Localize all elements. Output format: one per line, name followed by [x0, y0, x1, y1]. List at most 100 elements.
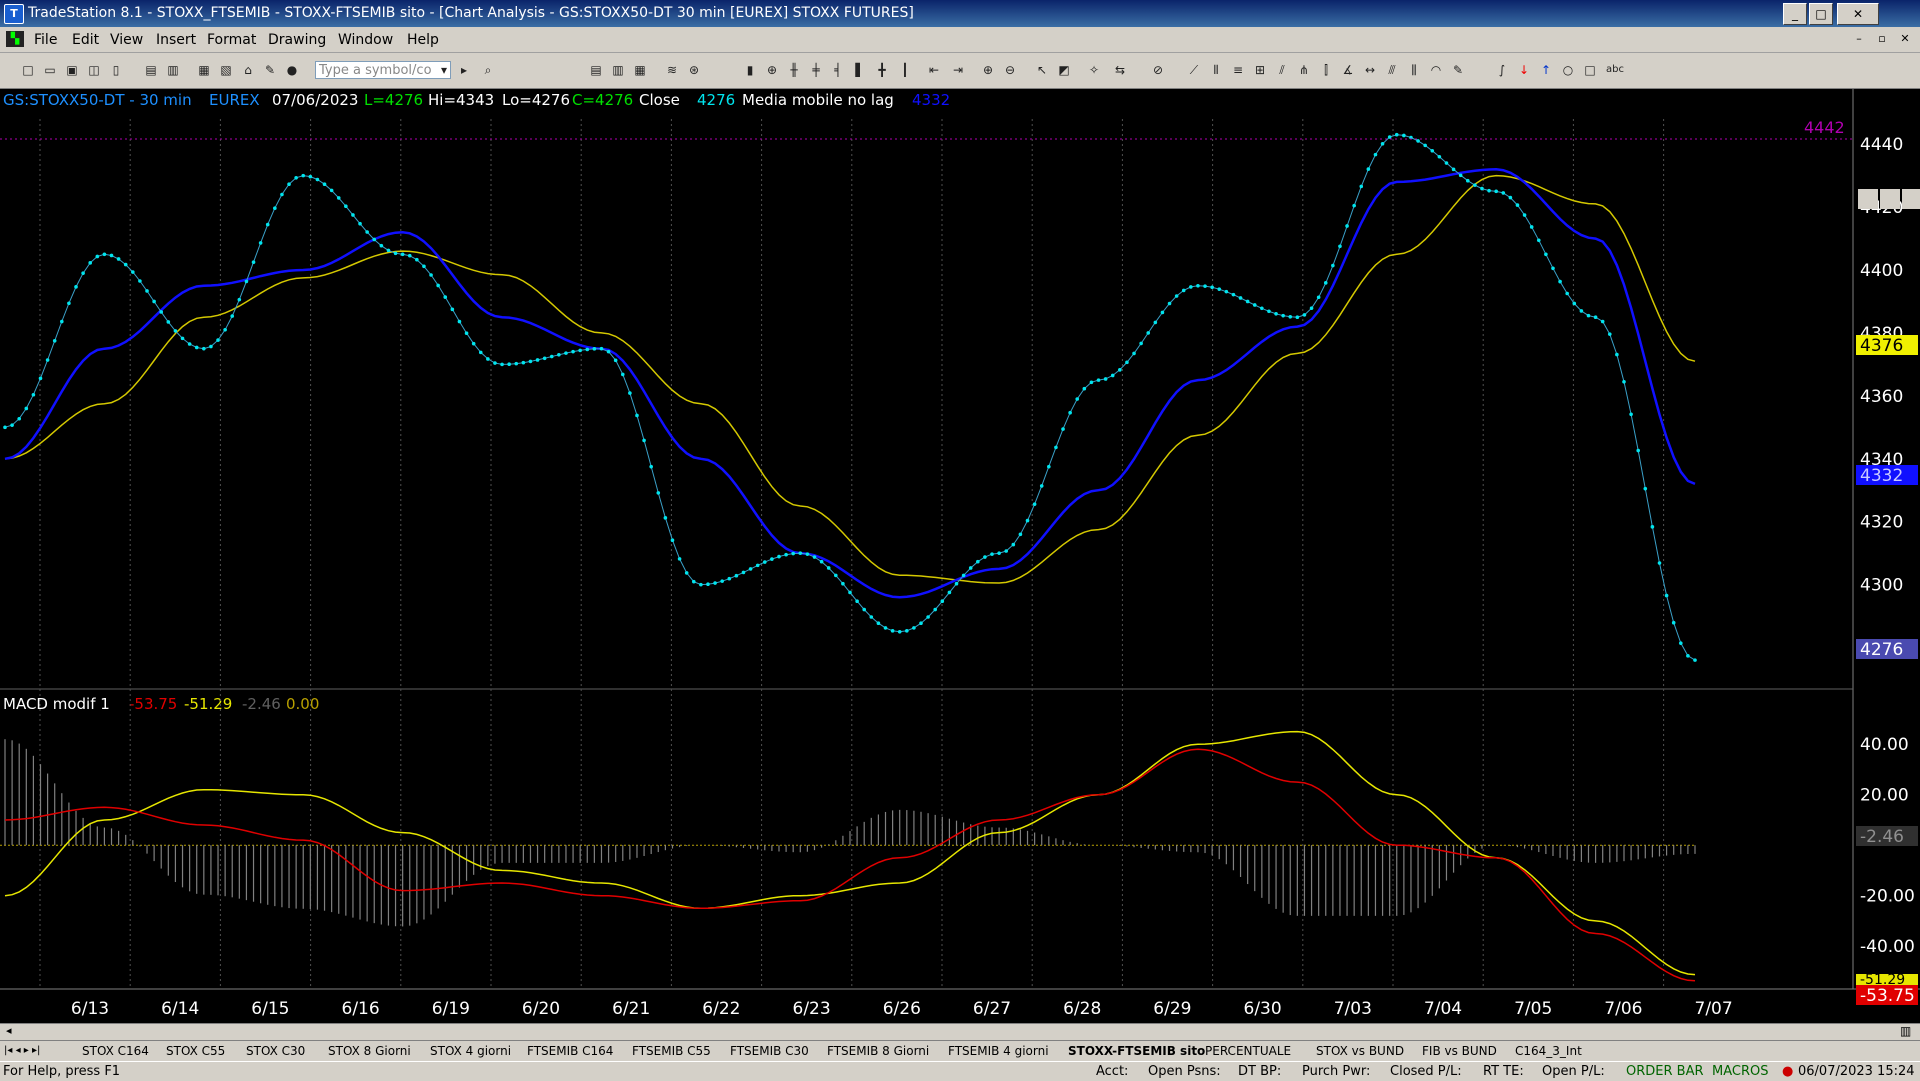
symbol-lookup-icon[interactable]: ⌕	[480, 62, 496, 78]
parallel-lines-icon[interactable]: ⫻	[1384, 62, 1400, 78]
tab-stoxx-ftsemib-sito[interactable]: STOXX-FTSEMIB sito	[1068, 1043, 1205, 1059]
trendline-icon[interactable]: ⟋	[1186, 62, 1202, 78]
tab-ftsemib-8-giorni[interactable]: FTSEMIB 8 Giorni	[827, 1043, 929, 1059]
pencil-icon[interactable]: ✎	[1450, 62, 1466, 78]
tab-stox-c164[interactable]: STOX C164	[82, 1043, 149, 1059]
speed-lines-icon[interactable]: ⫿	[1318, 62, 1334, 78]
regression-icon[interactable]: ⫼	[1406, 62, 1422, 78]
data-window-icon[interactable]: ◩	[1056, 62, 1072, 78]
andrews-pitchfork-icon[interactable]: ⋔	[1296, 62, 1312, 78]
zoom-out-icon[interactable]: ⊖	[1002, 62, 1018, 78]
hot-list-icon[interactable]: ⇆	[1112, 62, 1128, 78]
menu-edit[interactable]: Edit	[72, 32, 99, 48]
bar-chart-icon[interactable]: ▌	[852, 62, 868, 78]
menu-help[interactable]: Help	[407, 32, 439, 48]
tab-stox-4-giorni[interactable]: STOX 4 giorni	[430, 1043, 511, 1059]
chart-minimize-button[interactable]	[1858, 189, 1878, 209]
menu-drawing[interactable]: Drawing	[268, 32, 326, 48]
format-icon[interactable]: ✎	[262, 62, 278, 78]
chart-doc-icon[interactable]: ▚	[6, 31, 24, 47]
menu-format[interactable]: Format	[207, 32, 256, 48]
candle-icon[interactable]: ╪	[808, 62, 824, 78]
minimize-button[interactable]: _	[1783, 3, 1807, 25]
sheet-icon[interactable]: ▦	[632, 62, 648, 78]
tab-fib-vs-bund[interactable]: FIB vs BUND	[1422, 1043, 1497, 1059]
indicator-value-label: 4332	[912, 91, 950, 109]
tab-ftsemib-c164[interactable]: FTSEMIB C164	[527, 1043, 613, 1059]
chart-window[interactable]: GS:STOXX50-DT - 30 min EUREX 07/06/2023 …	[0, 89, 1920, 1023]
tab-stox-c30[interactable]: STOX C30	[246, 1043, 305, 1059]
up-arrow-icon[interactable]: ↑	[1538, 62, 1554, 78]
indicator-icon[interactable]: ⊛	[686, 62, 702, 78]
print-preview-icon[interactable]: ▤	[143, 62, 159, 78]
order-bar-button[interactable]: ORDER BAR	[1626, 1064, 1704, 1079]
scroll-left-icon[interactable]: ◂	[6, 1024, 12, 1037]
tab-stox-vs-bund[interactable]: STOX vs BUND	[1316, 1043, 1404, 1059]
shift-right-icon[interactable]: ⇥	[950, 62, 966, 78]
open-workspace-icon[interactable]: ▣	[64, 62, 80, 78]
tab-nav-arrows[interactable]: |◂ ◂ ▸ ▸|	[4, 1043, 40, 1059]
rectangle-icon[interactable]: □	[1582, 62, 1598, 78]
menu-view[interactable]: View	[110, 32, 143, 48]
arc-icon[interactable]: ◠	[1428, 62, 1444, 78]
tools-icon[interactable]: ✧	[1086, 62, 1102, 78]
lock-icon[interactable]: ⌂	[240, 62, 256, 78]
ohlc-icon[interactable]: ╫	[786, 62, 802, 78]
new-icon[interactable]: □	[20, 62, 36, 78]
gann-fan-icon[interactable]: ∡	[1340, 62, 1356, 78]
maximize-button[interactable]: □	[1809, 3, 1833, 25]
close-button[interactable]: ✕	[1837, 3, 1879, 25]
arrow-icon[interactable]: ↔	[1362, 62, 1378, 78]
tab-c164-3-int[interactable]: C164_3_Int	[1515, 1043, 1582, 1059]
tab-stox-c55[interactable]: STOX C55	[166, 1043, 225, 1059]
tab-ftsemib-c30[interactable]: FTSEMIB C30	[730, 1043, 809, 1059]
macros-button[interactable]: MACROS	[1712, 1064, 1768, 1079]
curve-icon[interactable]: ∫	[1494, 62, 1510, 78]
candlestick-icon[interactable]: ╋	[874, 62, 890, 78]
tab-stox-8-giorni[interactable]: STOX 8 Giorni	[328, 1043, 411, 1059]
scanner-icon[interactable]: ⊕	[764, 62, 780, 78]
line-chart-icon[interactable]: ╡	[830, 62, 846, 78]
table-icon[interactable]: ▥	[610, 62, 626, 78]
menu-insert[interactable]: Insert	[156, 32, 196, 48]
tab-percentuale[interactable]: PERCENTUALE	[1205, 1043, 1291, 1059]
ellipse-icon[interactable]: ○	[1560, 62, 1576, 78]
fibonacci-icon[interactable]: ⫽	[1274, 62, 1290, 78]
horizontal-scrollbar[interactable]: ◂ ▥	[0, 1023, 1920, 1040]
bar-icon[interactable]: ▮	[742, 62, 758, 78]
print-icon[interactable]: ▥	[165, 62, 181, 78]
text-icon[interactable]: abc	[1606, 62, 1624, 78]
shift-left-icon[interactable]: ⇤	[926, 62, 942, 78]
open-icon[interactable]: ▭	[42, 62, 58, 78]
new-window-icon[interactable]: ◫	[86, 62, 102, 78]
histogram-icon[interactable]: ┃	[897, 62, 913, 78]
mdi-restore-button[interactable]: ▫	[1873, 31, 1891, 47]
pointer-icon[interactable]: ↖	[1034, 62, 1050, 78]
menu-window[interactable]: Window	[338, 32, 393, 48]
mdi-close-button[interactable]: ✕	[1896, 31, 1914, 47]
chart-canvas[interactable]: GS:STOXX50-DT - 30 min EUREX 07/06/2023 …	[0, 89, 1920, 1023]
tab-ftsemib-4-giorni[interactable]: FTSEMIB 4 giorni	[948, 1043, 1049, 1059]
down-arrow-icon[interactable]: ↓	[1516, 62, 1532, 78]
chart-close-button[interactable]	[1902, 189, 1920, 209]
drawing-icon[interactable]: ⊘	[1150, 62, 1166, 78]
tile-icon[interactable]: ▧	[218, 62, 234, 78]
chart-icon[interactable]: ≋	[664, 62, 680, 78]
vertical-lines-icon[interactable]: ⦀	[1208, 62, 1224, 78]
tab-ftsemib-c55[interactable]: FTSEMIB C55	[632, 1043, 711, 1059]
chart-restore-button[interactable]	[1880, 189, 1900, 209]
zoom-in-icon[interactable]: ⊕	[980, 62, 996, 78]
horizontal-lines-icon[interactable]: ≡	[1230, 62, 1246, 78]
grid-icon[interactable]: ▤	[588, 62, 604, 78]
new-doc-icon[interactable]: ▯	[108, 62, 124, 78]
channel-icon[interactable]: ⊞	[1252, 62, 1268, 78]
cascade-icon[interactable]: ▦	[196, 62, 212, 78]
scroll-handle-icon[interactable]: ▥	[1900, 1024, 1911, 1038]
symbol-input[interactable]: Type a symbol/co	[315, 61, 451, 79]
mdi-minimize-button[interactable]: –	[1850, 31, 1868, 47]
date-axis-label: 6/13	[71, 999, 109, 1019]
menu-file[interactable]: File	[34, 32, 57, 48]
go-icon[interactable]: ▸	[456, 62, 472, 78]
symbol-dropdown-icon[interactable]: ▾	[436, 62, 452, 78]
color-icon[interactable]: ●	[284, 62, 300, 78]
